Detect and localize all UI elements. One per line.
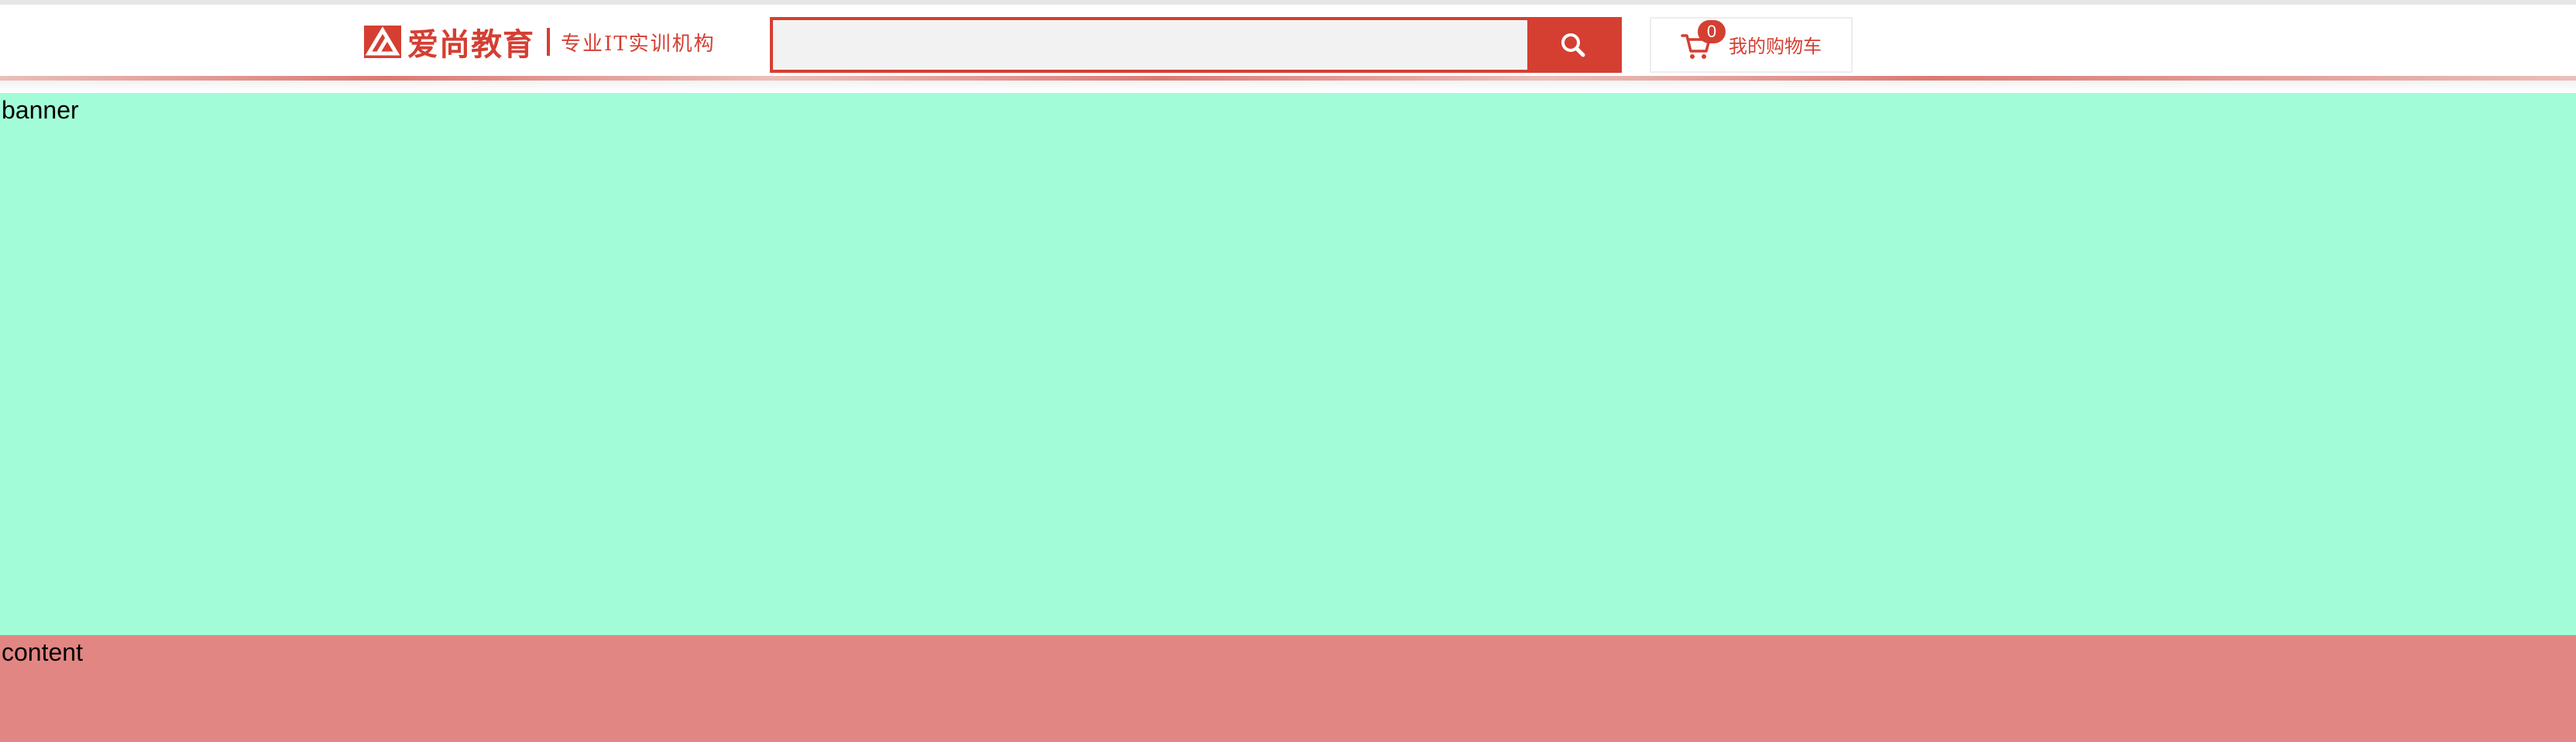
banner-label: banner xyxy=(2,96,79,124)
site-logo[interactable]: 爱尚教育 专业IT实训机构 xyxy=(364,22,716,63)
header-shadow xyxy=(0,81,2576,93)
logo-divider xyxy=(547,28,550,56)
cart-count-badge: 0 xyxy=(1698,20,1726,43)
logo-mark-icon xyxy=(364,26,401,58)
cart-label: 我的购物车 xyxy=(1729,36,1822,57)
logo-slogan-text: 专业IT实训机构 xyxy=(561,32,716,56)
site-header: 爱尚教育 专业IT实训机构 0 我的购物车 xyxy=(0,5,2576,76)
banner-section: banner xyxy=(0,93,2576,635)
search-icon xyxy=(1561,33,1585,57)
logo-brand-text: 爱尚教育 xyxy=(407,26,534,63)
shopping-cart-button[interactable]: 0 我的购物车 xyxy=(1650,17,1853,73)
search-bar xyxy=(770,17,1622,73)
search-button[interactable] xyxy=(1527,20,1619,70)
content-label: content xyxy=(2,638,83,666)
search-input[interactable] xyxy=(773,20,1527,70)
content-section: content xyxy=(0,635,2576,742)
